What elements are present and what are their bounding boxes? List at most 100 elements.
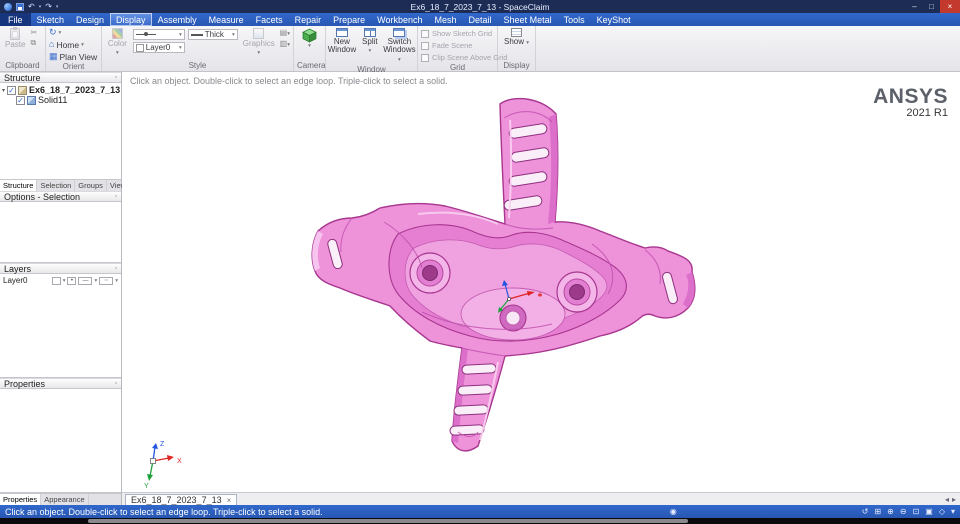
layer-select[interactable]: Layer0 ▾ [132, 42, 185, 53]
menu-tab-sketch[interactable]: Sketch [31, 13, 71, 26]
tree-row-root[interactable]: ▾ ✓ Ex6_18_7_2023_7_13 [2, 85, 120, 95]
spaceclaim-logo-icon [4, 2, 12, 11]
pin-icon[interactable]: ▫ [115, 380, 117, 387]
menu-tab-repair[interactable]: Repair [289, 13, 328, 26]
model-center-hole[interactable] [499, 304, 527, 332]
minimize-button[interactable]: – [906, 0, 923, 13]
tab-selection[interactable]: Selection [37, 180, 76, 191]
undo-icon[interactable]: ↶ [28, 2, 35, 11]
layer-swatch-icon [135, 43, 144, 52]
ribbon: Paste ✂ ⧉ Clipboard ↻ ▾ ⌂ Home ▾ ▦ Plan … [0, 26, 960, 74]
undo-caret-icon[interactable]: ▾ [39, 4, 42, 10]
cut-icon[interactable]: ✂ [30, 29, 37, 37]
home-view-button[interactable]: ⌂ Home ▾ [49, 39, 84, 50]
copy-icon[interactable]: ⧉ [30, 39, 37, 47]
fade-scene-checkbox[interactable]: Fade Scene [421, 40, 472, 51]
menu-tab-display[interactable]: Display [110, 13, 152, 26]
camera-caret-icon: ▾ [308, 43, 311, 49]
model-boss-right[interactable] [556, 271, 598, 313]
thickness-line-icon [190, 33, 203, 36]
zoom-out-icon[interactable]: ⊖ [900, 507, 907, 516]
expander-icon[interactable]: ▾ [2, 87, 5, 94]
show-button[interactable]: Show ▾ [502, 27, 531, 48]
paste-button[interactable]: Paste [3, 27, 27, 50]
clip-scene-checkbox[interactable]: Clip Scene Above Grid [421, 52, 507, 63]
view-cube-icon[interactable]: ▣ [925, 507, 933, 516]
menu-tab-prepare[interactable]: Prepare [327, 13, 371, 26]
maximize-button[interactable]: □ [923, 0, 940, 13]
model-boss-left[interactable] [409, 252, 451, 294]
tab-scroll-left-icon[interactable]: ◂ [945, 495, 949, 504]
qat-caret-icon[interactable]: ▾ [56, 4, 59, 10]
tree-row-solid[interactable]: ✓ Solid11 [2, 95, 119, 105]
zoom-extents-icon[interactable]: ⊡ [913, 507, 920, 516]
model-3d[interactable]: X Y Z [122, 72, 960, 492]
menu-tab-assembly[interactable]: Assembly [152, 13, 203, 26]
pin-icon[interactable]: ▫ [115, 193, 117, 200]
menu-tab-detail[interactable]: Detail [463, 13, 498, 26]
color-button[interactable]: Color ▾ [105, 27, 130, 58]
split-window-icon [363, 28, 376, 37]
menu-tab-measure[interactable]: Measure [203, 13, 250, 26]
ribbon-group-camera: ▾ Camera [294, 26, 326, 71]
switch-windows-caret-icon: ▾ [398, 56, 401, 63]
tab-appearance[interactable]: Appearance [41, 494, 89, 505]
layer-line-style-select[interactable]: — [78, 276, 93, 285]
plan-view-label: Plan View [59, 51, 98, 62]
layer-row[interactable]: Layer0 ▾ • — ▾ ┄ ▾ [0, 274, 121, 287]
camera-button[interactable]: ▾ [298, 27, 322, 50]
layer-line-weight-select[interactable]: ┄ [99, 276, 114, 285]
pin-icon[interactable]: ▫ [115, 265, 117, 272]
menu-tab-tools[interactable]: Tools [558, 13, 591, 26]
tab-scroll-right-icon[interactable]: ▸ [952, 495, 956, 504]
panel-bottom-tab-strip: Properties Appearance [0, 493, 121, 505]
document-tab-close-icon[interactable]: × [227, 496, 232, 505]
pin-icon[interactable]: ▫ [115, 74, 117, 81]
menu-tab-keyshot[interactable]: KeyShot [591, 13, 637, 26]
axis-y-label: Y [144, 483, 149, 490]
title-bar: ↶ ▾ ↷ ▾ Ex6_18_7_2023_7_13 - SpaceClaim … [0, 0, 960, 13]
viewport-canvas[interactable]: X Y Z Click an object. Double-click to s… [122, 72, 960, 492]
tab-groups[interactable]: Groups [75, 180, 107, 191]
tab-properties[interactable]: Properties [0, 494, 42, 505]
render-mode-icon[interactable]: ▥▾ [280, 39, 290, 49]
component-icon [18, 85, 28, 95]
menu-tab-design[interactable]: Design [70, 13, 110, 26]
rotate-view-icon[interactable]: ↺ [862, 507, 869, 516]
show-sketch-grid-checkbox[interactable]: Show Sketch Grid [421, 28, 492, 39]
pan-view-icon[interactable]: ⊞ [874, 507, 881, 516]
status-info-icon[interactable]: ◉ [670, 507, 677, 516]
split-button[interactable]: Split ▾ [358, 27, 382, 56]
document-tab-bar: Ex6_18_7_2023_7_13 × ◂ ▸ [122, 492, 960, 505]
graphics-button[interactable]: Graphics ▾ [241, 27, 277, 58]
document-tab[interactable]: Ex6_18_7_2023_7_13 × [125, 494, 238, 505]
thickness-select[interactable]: Thick ▾ [187, 29, 238, 40]
line-style-caret-icon: ▾ [179, 31, 182, 38]
layer-color-swatch[interactable] [51, 276, 61, 285]
taskbar-segment[interactable] [88, 519, 688, 523]
tab-structure[interactable]: Structure [0, 180, 38, 191]
display-style-icon[interactable]: ◇ [939, 507, 945, 516]
menu-tab-file[interactable]: File [0, 13, 31, 26]
line-style-select[interactable]: ▾ [132, 29, 185, 40]
redo-icon[interactable]: ↷ [45, 2, 52, 11]
view-options-caret-icon[interactable]: ▾ [951, 507, 955, 516]
zoom-in-icon[interactable]: ⊕ [887, 507, 894, 516]
plan-view-button[interactable]: ▦ Plan View [49, 51, 97, 62]
render-quality-icon[interactable]: ▤▾ [280, 29, 290, 38]
checkbox-icon [421, 41, 429, 50]
switch-windows-button[interactable]: Switch Windows ▾ [383, 27, 416, 65]
menu-tab-facets[interactable]: Facets [250, 13, 289, 26]
save-icon[interactable] [16, 2, 24, 11]
menu-tab-workbench[interactable]: Workbench [371, 13, 428, 26]
close-button[interactable]: × [940, 0, 960, 13]
menu-tab-mesh[interactable]: Mesh [429, 13, 463, 26]
corner-axis-triad[interactable]: X Y Z [144, 441, 182, 490]
solid-checkbox[interactable]: ✓ [16, 95, 25, 105]
new-window-button[interactable]: New Window [328, 27, 356, 56]
menu-tab-sheet-metal[interactable]: Sheet Metal [498, 13, 558, 26]
layer-visibility-toggle[interactable]: • [67, 276, 77, 285]
spin-button[interactable]: ↻ ▾ [49, 27, 61, 38]
root-checkbox[interactable]: ✓ [7, 85, 17, 95]
solid-icon [27, 95, 36, 105]
